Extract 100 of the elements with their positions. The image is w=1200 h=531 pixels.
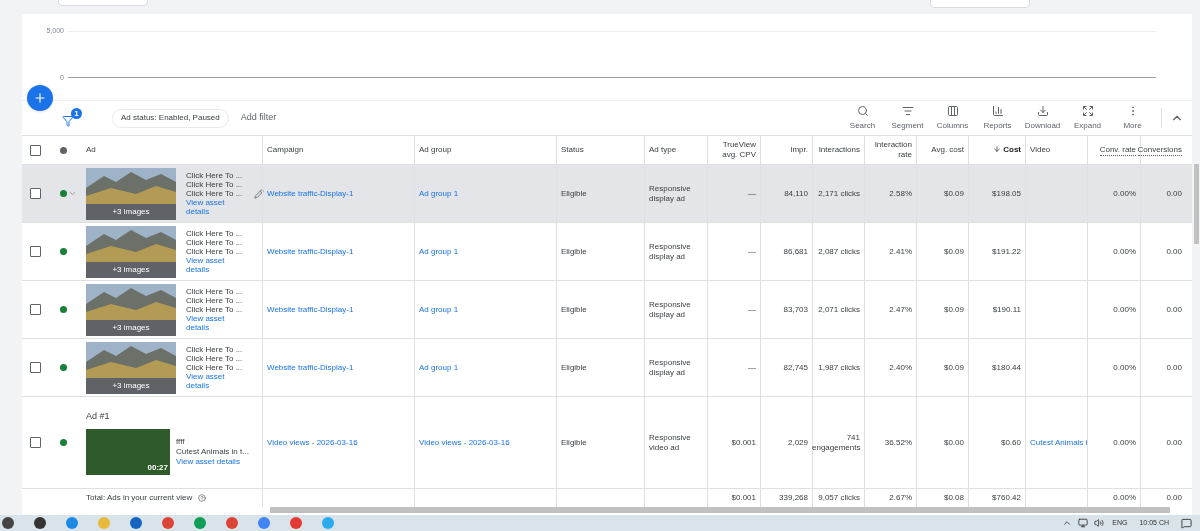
checkbox[interactable] — [30, 144, 41, 156]
toolbar-button[interactable]: Reports — [975, 104, 1020, 132]
column-header[interactable]: Conversions — [1137, 144, 1182, 156]
table-link[interactable]: Cutest Animals i — [1030, 437, 1088, 448]
column-header: Ad — [86, 144, 96, 156]
column-header[interactable]: Video — [1030, 145, 1051, 155]
column-header[interactable]: Ad group — [419, 145, 452, 155]
add-filter-button[interactable]: Add filter — [240, 111, 277, 125]
ad-headline: Click Here To ... — [186, 363, 242, 372]
checkbox[interactable] — [30, 437, 41, 448]
ad-headline: Click Here To ... — [186, 180, 242, 189]
checkbox[interactable] — [30, 246, 41, 257]
table-link[interactable]: Video views - 2026-03-16 — [419, 437, 510, 448]
image-count-label: +3 images — [111, 321, 151, 334]
checkbox[interactable] — [30, 362, 41, 373]
edit-icon[interactable] — [254, 188, 264, 199]
segment-icon — [901, 104, 914, 117]
table-cell: 1,987 clicks — [818, 362, 860, 373]
table-link[interactable]: Ad group 1 — [419, 362, 459, 373]
column-header[interactable]: Campaign — [267, 145, 304, 155]
video-duration: 00:27 — [147, 462, 168, 475]
table-cell: Eligible — [561, 188, 587, 199]
table-row[interactable] — [22, 223, 1192, 281]
table-cell: 339,268 — [779, 493, 808, 503]
column-header[interactable]: Status — [561, 145, 584, 155]
chevron-up-icon[interactable] — [1062, 518, 1073, 528]
table-link[interactable]: Video views - 2026-03-16 — [267, 437, 358, 448]
video-thumbnail[interactable]: 00:27 — [86, 429, 170, 476]
table-cell: 84,110 — [784, 188, 808, 199]
table-row[interactable] — [22, 339, 1192, 397]
toolbar-button[interactable]: Download — [1020, 104, 1065, 132]
checkbox[interactable] — [30, 188, 41, 199]
horizontal-scrollbar[interactable] — [270, 507, 1170, 513]
table-cell-text: Responsive video ad — [649, 432, 692, 453]
ad-image-preview[interactable]: +3 images — [86, 283, 176, 336]
filter-button[interactable]: 1 — [62, 108, 82, 128]
toolbar-button[interactable]: Expand — [1065, 104, 1110, 132]
taskbar-app-icon[interactable] — [130, 517, 142, 529]
table-row[interactable] — [22, 281, 1192, 339]
table-link[interactable]: Ad group 1 — [419, 188, 459, 199]
column-header[interactable]: Interaction rate — [869, 140, 912, 160]
ad-image-preview[interactable]: +3 images — [86, 225, 176, 278]
table-cell: 86,681 — [783, 246, 808, 257]
column-header[interactable]: Conv. rate — [1099, 144, 1136, 156]
table-cell: $0.08 — [943, 493, 964, 503]
toolbar-button[interactable]: Segment — [885, 104, 930, 132]
column-header[interactable]: Cost — [993, 145, 1021, 155]
filter-count-badge: 1 — [71, 108, 82, 119]
table-link[interactable]: Website traffic-Display-1 — [267, 304, 354, 315]
table-cell: 0.00% — [1113, 246, 1136, 257]
ad-headline: Click Here To ... — [186, 189, 242, 198]
column-header[interactable]: TrueView avg. CPV — [712, 140, 756, 160]
table-link[interactable]: Website traffic-Display-1 — [267, 188, 354, 199]
table-cell: 2,071 clicks — [818, 304, 860, 315]
table-link[interactable]: Website traffic-Display-1 — [267, 246, 354, 257]
table-link[interactable]: Ad group 1 — [419, 246, 459, 257]
add-button[interactable] — [27, 85, 53, 111]
table-cell: 0.00% — [1113, 188, 1136, 199]
table-cell: 0.00 — [1166, 246, 1182, 257]
ad-headline: Click Here To ... — [186, 305, 242, 314]
table-cell: $0.09 — [943, 362, 964, 373]
filter-icon — [62, 115, 74, 127]
columns-icon — [946, 104, 959, 117]
column-header[interactable]: Ad type — [649, 145, 677, 155]
checkbox[interactable] — [30, 304, 41, 315]
toolbar-button[interactable]: Search — [840, 104, 885, 132]
reports-icon — [991, 104, 1004, 117]
table-cell: 2,171 clicks — [818, 188, 860, 199]
column-header[interactable]: Avg. cost — [931, 145, 964, 155]
table-cell: — — [748, 362, 756, 373]
volume-icon[interactable] — [1094, 518, 1105, 528]
table-link[interactable]: Website traffic-Display-1 — [267, 362, 354, 373]
vertical-scrollbar[interactable] — [1193, 164, 1199, 244]
ad-image-preview[interactable]: +3 images — [86, 341, 176, 394]
ad-headline: ffff — [176, 437, 186, 448]
table-cell: 0.00 — [1166, 437, 1182, 448]
help-icon[interactable] — [198, 494, 207, 502]
table-row[interactable] — [22, 397, 1192, 489]
table-cell: $0.09 — [943, 188, 964, 199]
view-asset-link[interactable]: View asset details — [176, 457, 249, 468]
toolbar-button[interactable]: Columns — [930, 104, 975, 132]
view-asset-link[interactable]: View asset details — [186, 256, 230, 274]
image-count-label: +3 images — [111, 379, 151, 392]
ad-headline: Click Here To ... — [186, 354, 242, 363]
taskbar-app-icon[interactable] — [34, 517, 46, 529]
table-link[interactable]: Ad group 1 — [419, 304, 459, 315]
column-header[interactable]: Interactions — [818, 145, 860, 155]
toolbar-button[interactable]: More — [1110, 104, 1155, 132]
table-cell: 0.00% — [1113, 304, 1136, 315]
taskbar-app-icon[interactable] — [2, 517, 14, 529]
table-row[interactable] — [22, 165, 1192, 223]
ad-image-preview[interactable]: +3 images — [86, 167, 176, 220]
table-cell: Eligible — [561, 246, 587, 257]
network-icon[interactable] — [1078, 518, 1089, 528]
column-header[interactable]: Impr. — [790, 145, 808, 155]
view-asset-link[interactable]: View asset details — [186, 314, 230, 332]
notification-icon[interactable] — [1181, 517, 1192, 529]
view-asset-link[interactable]: View asset details — [186, 198, 230, 216]
view-asset-link[interactable]: View asset details — [186, 372, 230, 390]
table-cell: 36.52% — [884, 437, 912, 448]
